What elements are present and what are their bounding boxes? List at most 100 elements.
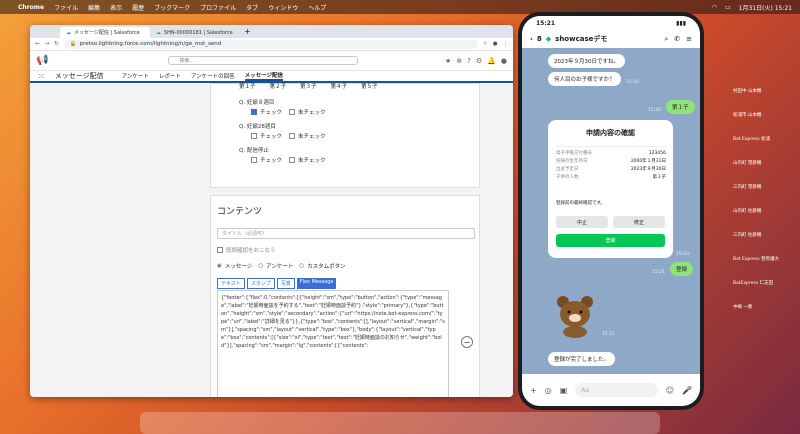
participant-tile: 三内町 雪薪機 <box>733 185 762 190</box>
bookmark-star-icon[interactable]: ☆ <box>483 41 488 47</box>
forward-icon[interactable]: → <box>45 41 50 47</box>
child-label: 第１子 <box>239 84 256 90</box>
subtab-text[interactable]: テキスト <box>217 278 245 289</box>
app-menu-chrome[interactable]: Chrome <box>18 4 44 11</box>
confirmation-flex-card: 申請内容の確認 母子手帳交付番号 123456 妊婦の生年月日 2000年１月31日… <box>548 120 673 258</box>
flex-json-textarea[interactable]: {"footer":{"flex":0,"contents":[{"height… <box>217 290 449 397</box>
browser-menu-icon[interactable]: ⋮ <box>503 41 509 47</box>
verified-badge-icon: ◆ <box>545 35 552 43</box>
menu-window[interactable]: ウィンドウ <box>268 3 298 12</box>
type-message-label: メッセージ <box>224 264 253 270</box>
timestamp: 15:21 <box>652 270 665 275</box>
user-message: 第１子 <box>666 100 695 114</box>
menu-tab[interactable]: タブ <box>246 3 258 12</box>
menu-help[interactable]: ヘルプ <box>308 3 326 12</box>
read-confirm-checkbox[interactable] <box>217 247 223 253</box>
line-chat-screen: 15:21 ▮▮▮ ‹ 8 ◆ showcaseデモ ⌕ ✆ ≡ 2023年９月3… <box>522 16 700 406</box>
radio-selected-icon[interactable]: ◉ <box>217 263 222 269</box>
notifications-bell-icon[interactable]: 🔔 <box>487 57 496 65</box>
tab-message-delivery[interactable]: ☁ メッセージ配信 | Salesforce <box>60 27 150 38</box>
tab-label: SHN-00000181 | Salesforce <box>164 29 233 36</box>
megaphone-logo-icon: 📢 <box>36 55 49 66</box>
cancel-button[interactable]: 中止 <box>556 216 608 228</box>
subtab-stamp[interactable]: スタンプ <box>246 278 275 289</box>
add-icon[interactable]: ⊕ <box>456 57 462 65</box>
emoji-icon[interactable]: ☺ <box>666 386 674 395</box>
unchecked-checkbox[interactable] <box>289 109 296 115</box>
new-tab-icon[interactable]: + <box>240 27 255 38</box>
option-label: チェック <box>260 110 283 116</box>
subtab-flex-message[interactable]: Flex Message <box>296 278 337 289</box>
call-icon[interactable]: ✆ <box>674 35 680 44</box>
message-input[interactable]: Aa <box>575 383 658 397</box>
reload-icon[interactable]: ↻ <box>54 41 59 47</box>
search-icon[interactable]: ⌕ <box>664 35 668 44</box>
type-custom-button-label: カスタムボタン <box>307 264 346 270</box>
title-input[interactable]: タイトル（必須可） <box>217 228 475 239</box>
setup-gear-icon[interactable]: ⚙ <box>476 57 482 65</box>
tab-bar: ☁ メッセージ配信 | Salesforce ☁ SHN-00000181 | … <box>30 25 513 38</box>
battery-icon[interactable]: ▭ <box>725 4 731 11</box>
timestamp: 15:20 <box>648 108 661 113</box>
nav-item-message-delivery[interactable]: メッセージ配信 <box>244 71 284 81</box>
menu-edit[interactable]: 編集 <box>88 3 100 12</box>
child-label: 第２子 <box>269 84 287 90</box>
participant-tile: BotExpress 仁志田 <box>733 281 774 286</box>
menu-file[interactable]: ファイル <box>54 3 78 12</box>
help-icon[interactable]: ? <box>467 57 471 65</box>
contents-title: コンテンツ <box>217 207 263 217</box>
favorites-icon[interactable]: ★ <box>445 57 451 65</box>
menubar-clock[interactable]: 1月31日(火) 15:21 <box>739 3 792 12</box>
mac-dock <box>140 412 660 434</box>
row-label: 母子手帳交付番号 <box>556 151 592 156</box>
checkbox[interactable] <box>289 157 296 163</box>
checkbox[interactable] <box>251 133 257 139</box>
timestamp: 15:20 <box>626 80 639 85</box>
back-icon[interactable]: ← <box>35 41 40 47</box>
menu-icon[interactable]: ≡ <box>686 35 692 44</box>
radio-icon[interactable]: ○ <box>258 263 263 269</box>
register-button[interactable]: 登録 <box>556 234 665 247</box>
title-placeholder: タイトル（必須可） <box>222 231 268 237</box>
salesforce-favicon-icon: ☁ <box>66 29 71 36</box>
user-avatar[interactable]: ● <box>501 57 507 65</box>
wifi-icon[interactable]: ◠ <box>712 4 717 11</box>
back-chevron-icon[interactable]: ‹ <box>530 35 533 43</box>
option-label: 未チェック <box>298 110 326 116</box>
subtab-photo[interactable]: 写真 <box>276 278 295 289</box>
chat-input-bar: + ◎ ▣ Aa ☺ 🎤 <box>522 374 700 406</box>
image-icon[interactable]: ▣ <box>560 386 568 395</box>
survey-conditions-card: 第１子 第２子 第３子 第４子 第５子 Q. 妊娠８週目 チェック 未チェック … <box>210 83 480 188</box>
menu-history[interactable]: 履歴 <box>132 3 144 12</box>
mic-icon[interactable]: 🎤 <box>682 386 692 395</box>
row-value: 2000年１月31日 <box>630 159 666 164</box>
card-title: 申請内容の確認 <box>586 129 635 137</box>
profile-avatar-icon[interactable]: ● <box>493 41 498 47</box>
camera-icon[interactable]: ◎ <box>545 386 552 395</box>
global-search-input[interactable]: 検索... <box>168 56 359 65</box>
salesforce-header: 📢 検索... ★ ⊕ ? ⚙ 🔔 ● <box>30 51 513 71</box>
app-launcher-icon[interactable]: ⁙ <box>38 72 45 81</box>
option-label: チェック <box>260 158 283 164</box>
chat-header: ‹ 8 ◆ showcaseデモ ⌕ ✆ ≡ <box>522 30 700 48</box>
url-field[interactable]: 🔒 pretso.lightning.force.com/lightning/n/… <box>63 39 478 49</box>
tab-record[interactable]: ☁ SHN-00000181 | Salesforce <box>150 27 240 38</box>
plus-icon[interactable]: + <box>530 386 537 395</box>
nav-item-report[interactable]: レポート <box>159 72 181 80</box>
battery-icon: ▮▮▮ <box>676 19 686 27</box>
edit-button[interactable]: 修正 <box>613 216 665 228</box>
remove-content-button[interactable]: − <box>461 336 473 348</box>
nav-item-survey-answers[interactable]: アンケートの回答 <box>191 72 235 80</box>
checkbox[interactable] <box>289 133 296 139</box>
checked-checkbox[interactable] <box>251 109 257 115</box>
url-text: pretso.lightning.force.com/lightning/n/g… <box>79 41 222 47</box>
row-value: 123456 <box>648 151 666 156</box>
menu-bookmarks[interactable]: ブックマーク <box>154 3 190 12</box>
menu-profiles[interactable]: プロファイル <box>200 3 236 12</box>
checkbox[interactable] <box>251 157 257 163</box>
nav-item-survey[interactable]: アンケート <box>122 72 149 80</box>
question-week28: Q. 妊娠28週目 <box>239 124 276 130</box>
read-confirm-label: 既読確認をおこなう <box>226 248 276 254</box>
menu-view[interactable]: 表示 <box>110 3 122 12</box>
radio-icon[interactable]: ○ <box>299 263 304 269</box>
